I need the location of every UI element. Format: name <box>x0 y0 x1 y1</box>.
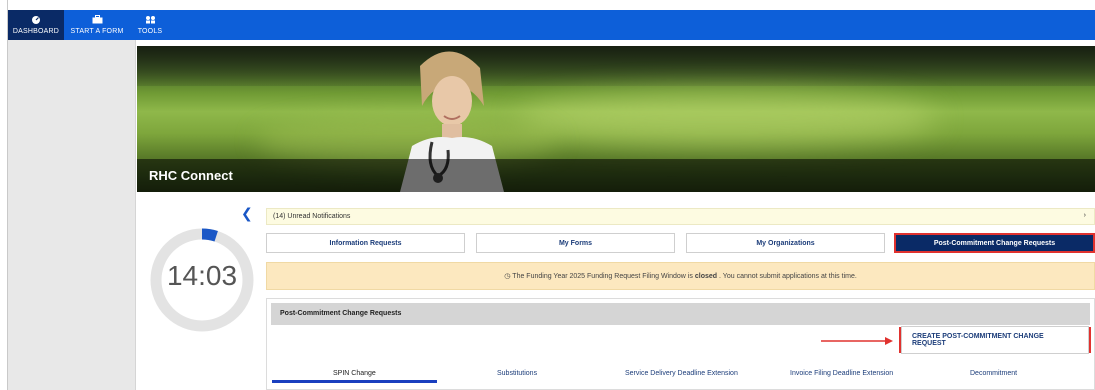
create-pccr-button[interactable]: CREATE POST-COMMITMENT CHANGE REQUEST <box>901 326 1089 354</box>
collapse-chevron-icon[interactable]: ❮ <box>241 205 253 222</box>
users-icon <box>145 15 156 26</box>
tab-information-requests-label: Information Requests <box>329 239 402 247</box>
nav-start-a-form-label: START A FORM <box>70 27 124 35</box>
tab-post-commitment-label: Post-Commitment Change Requests <box>933 239 1056 247</box>
subtab-decommitment[interactable]: Decommitment <box>970 370 1017 377</box>
briefcase-icon <box>92 14 103 26</box>
tab-my-organizations[interactable]: My Organizations <box>686 233 885 253</box>
tab-post-commitment-change-requests[interactable]: Post-Commitment Change Requests <box>894 233 1095 253</box>
nav-dashboard-label: DASHBOARD <box>12 27 60 35</box>
clock-icon: ◷ <box>504 273 511 280</box>
window-top-frame <box>0 0 1095 10</box>
filing-window-alert: ◷ The Funding Year 2025 Funding Request … <box>266 262 1095 290</box>
tab-my-forms[interactable]: My Forms <box>476 233 675 253</box>
subtab-substitutions[interactable]: Substitutions <box>497 370 537 377</box>
tab-my-organizations-label: My Organizations <box>756 239 815 247</box>
top-nav: DASHBOARD START A FORM TOOLS <box>8 10 1095 40</box>
tab-my-forms-label: My Forms <box>558 239 593 247</box>
window-left-frame <box>0 0 8 390</box>
left-sidebar <box>8 40 136 390</box>
alert-prefix: The Funding Year 2025 Funding Request Fi… <box>512 272 693 280</box>
subtab-invoice-filing-deadline-extension[interactable]: Invoice Filing Deadline Extension <box>790 370 893 377</box>
subtab-active-underline <box>272 380 437 383</box>
nav-dashboard[interactable]: DASHBOARD <box>8 10 64 40</box>
nav-tools[interactable]: TOOLS <box>130 10 170 40</box>
notifications-bar[interactable]: (14) Unread Notifications › <box>266 208 1095 225</box>
pccr-panel-header: Post-Commitment Change Requests <box>271 303 1090 325</box>
dashboard-icon <box>31 15 41 26</box>
banner-title-bar: RHC Connect <box>137 159 1095 192</box>
nav-tools-label: TOOLS <box>137 27 163 35</box>
arrow-right-icon <box>821 337 893 345</box>
page-title: RHC Connect <box>149 168 233 183</box>
chevron-right-icon: › <box>1083 212 1086 219</box>
tab-information-requests[interactable]: Information Requests <box>266 233 465 253</box>
alert-status: closed <box>694 272 718 280</box>
create-pccr-button-highlight: CREATE POST-COMMITMENT CHANGE REQUEST <box>899 326 1091 354</box>
alert-suffix: . You cannot submit applications at this… <box>719 272 857 280</box>
subtab-service-delivery-deadline-extension[interactable]: Service Delivery Deadline Extension <box>625 370 738 377</box>
nav-start-a-form[interactable]: START A FORM <box>64 10 130 40</box>
session-timer-value: 14:03 <box>166 260 238 291</box>
subtab-spin-change[interactable]: SPIN Change <box>333 370 376 377</box>
notifications-label: (14) Unread Notifications <box>273 213 351 220</box>
